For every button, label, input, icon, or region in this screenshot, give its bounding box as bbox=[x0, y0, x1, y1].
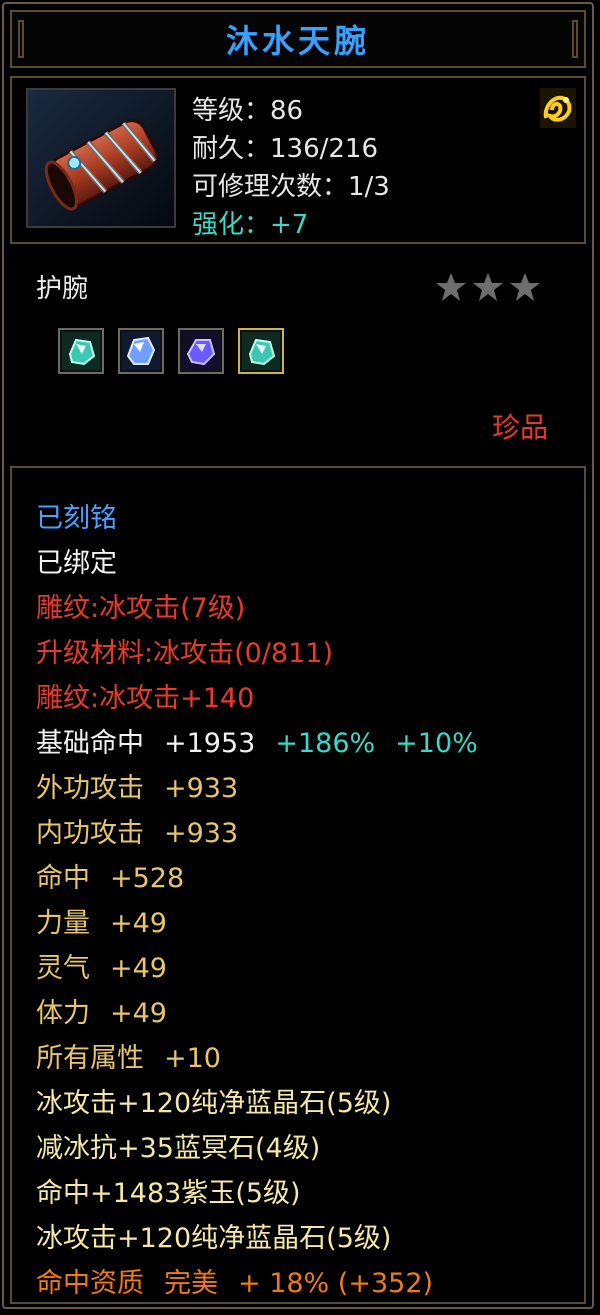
all-attributes-value: +10 bbox=[164, 1043, 221, 1074]
gold-dragon-badge-icon bbox=[540, 88, 576, 128]
title-bar: 沐水天腕 bbox=[10, 10, 586, 68]
int-attack-value: +933 bbox=[164, 818, 239, 849]
gem-socket-1[interactable] bbox=[58, 328, 104, 374]
engraved-status: 已刻铭 bbox=[36, 503, 117, 534]
base-hit-row: 基础命中 +1953 +186% +10% bbox=[36, 721, 478, 760]
star-rating bbox=[434, 270, 544, 304]
spirit-value: +49 bbox=[110, 953, 167, 984]
gem-sockets bbox=[58, 328, 284, 374]
stamina-row: 体力 +49 bbox=[36, 991, 167, 1030]
hit-value: +528 bbox=[110, 863, 185, 894]
item-durability: 耐久：136/216 bbox=[192, 134, 379, 164]
strength-row: 力量 +49 bbox=[36, 901, 167, 940]
ext-attack-value: +933 bbox=[164, 773, 239, 804]
gem-bonus-1: 冰攻击+120纯净蓝晶石(5级) bbox=[36, 1088, 392, 1119]
cyan-crystal-gem-icon bbox=[62, 332, 100, 370]
bracer-item-icon bbox=[26, 88, 176, 228]
strength-label: 力量 bbox=[36, 908, 90, 939]
base-hit-pct1: +186% bbox=[275, 728, 376, 759]
hit-row: 命中 +528 bbox=[36, 856, 184, 895]
hit-quality-grade: 完美 bbox=[164, 1268, 218, 1299]
carve-bonus: 雕纹:冰攻击+140 bbox=[36, 683, 255, 714]
all-attributes-label: 所有属性 bbox=[36, 1043, 144, 1074]
ext-attack-label: 外功攻击 bbox=[36, 773, 144, 804]
int-attack-row: 内功攻击 +933 bbox=[36, 811, 238, 850]
star-icon bbox=[510, 273, 540, 301]
item-repair-count: 可修理次数：1/3 bbox=[192, 172, 390, 202]
purple-crystal-gem-icon bbox=[182, 332, 220, 370]
item-name: 沐水天腕 bbox=[225, 22, 370, 60]
all-attributes-row: 所有属性 +10 bbox=[36, 1036, 221, 1075]
bound-status: 已绑定 bbox=[36, 548, 117, 579]
hit-quality-label: 命中资质 bbox=[36, 1268, 144, 1299]
base-hit-pct2: +10% bbox=[395, 728, 478, 759]
carve-level: 雕纹:冰攻击(7级) bbox=[36, 593, 246, 624]
gem-socket-3[interactable] bbox=[178, 328, 224, 374]
blue-crystal-gem-icon bbox=[122, 332, 160, 370]
title-corner-right bbox=[572, 20, 578, 58]
hit-label: 命中 bbox=[36, 863, 90, 894]
item-level: 等级：86 bbox=[192, 96, 304, 126]
item-header: 等级：86 耐久：136/216 可修理次数：1/3 强化：+7 bbox=[10, 76, 586, 244]
strength-value: +49 bbox=[110, 908, 167, 939]
gem-socket-4[interactable] bbox=[238, 328, 284, 374]
item-rarity: 珍品 bbox=[491, 411, 548, 444]
star-icon bbox=[436, 273, 466, 301]
base-hit-label: 基础命中 bbox=[36, 728, 144, 759]
item-type: 护腕 bbox=[36, 274, 89, 304]
item-tooltip: 沐水天腕 等级：86 耐久：136/216 可修理次数：1/3 强化：+7 护腕… bbox=[2, 2, 594, 1309]
upgrade-material: 升级材料:冰攻击(0/811) bbox=[36, 638, 333, 669]
gem-socket-2[interactable] bbox=[118, 328, 164, 374]
spirit-label: 灵气 bbox=[36, 953, 90, 984]
cyan-crystal-gem-icon bbox=[242, 332, 280, 370]
stamina-label: 体力 bbox=[36, 998, 90, 1029]
stamina-value: +49 bbox=[110, 998, 167, 1029]
star-icon bbox=[473, 273, 503, 301]
spirit-row: 灵气 +49 bbox=[36, 946, 167, 985]
hit-quality-row: 命中资质 完美 + 18% (+352) bbox=[36, 1261, 433, 1300]
int-attack-label: 内功攻击 bbox=[36, 818, 144, 849]
gem-bonus-4: 冰攻击+120纯净蓝晶石(5级) bbox=[36, 1223, 392, 1254]
ext-attack-row: 外功攻击 +933 bbox=[36, 766, 238, 805]
title-corner-left bbox=[18, 20, 24, 58]
gem-bonus-3: 命中+1483紫玉(5级) bbox=[36, 1178, 301, 1209]
attribute-panel: 已刻铭 已绑定 雕纹:冰攻击(7级) 升级材料:冰攻击(0/811) 雕纹:冰攻… bbox=[10, 466, 586, 1304]
hit-quality-value: + 18% (+352) bbox=[238, 1268, 434, 1299]
item-enhance-level: 强化：+7 bbox=[192, 210, 309, 240]
gem-bonus-2: 减冰抗+35蓝冥石(4级) bbox=[36, 1133, 321, 1164]
base-hit-value: +1953 bbox=[164, 728, 256, 759]
